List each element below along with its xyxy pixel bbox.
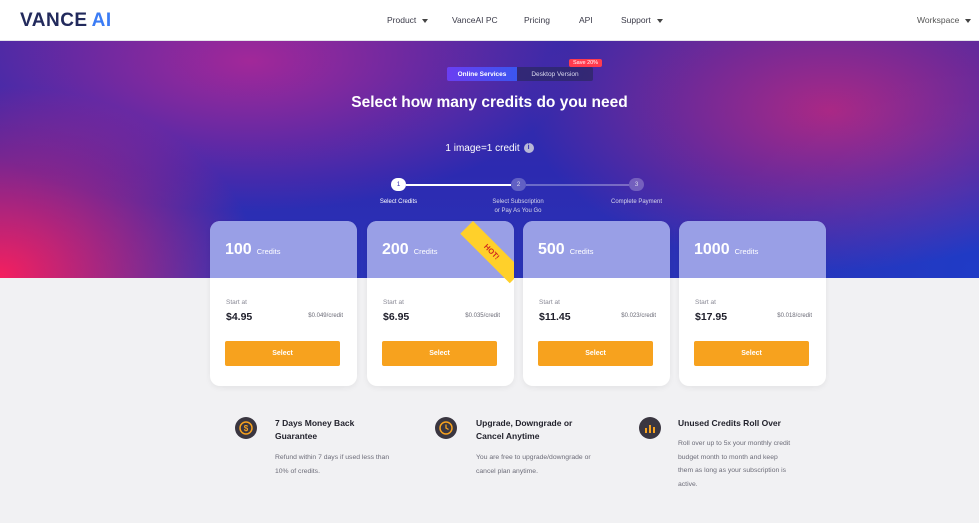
nav-api[interactable]: API: [579, 15, 593, 25]
select-button[interactable]: Select: [538, 341, 653, 366]
bar-chart-icon: [639, 417, 661, 439]
per-credit-price: $0.023/credit: [621, 313, 656, 319]
credit-note: 1 image=1 credit i: [0, 143, 979, 154]
vanceai-logo[interactable]: VANCE AI: [20, 10, 112, 32]
credit-card-500: 500 Credits Start at $11.45 $0.023/credit…: [523, 221, 670, 386]
online-services-tab[interactable]: Online Services: [447, 67, 517, 81]
select-button[interactable]: Select: [225, 341, 340, 366]
nav-support[interactable]: Support: [621, 15, 663, 25]
logo-text: VANCE: [20, 10, 88, 31]
feature-title-upgrade: Upgrade, Downgrade or Cancel Anytime: [476, 418, 573, 441]
top-nav: VANCE AI Product VanceAI PC Pricing API S…: [0, 0, 979, 41]
desktop-version-tab[interactable]: Desktop Version: [517, 67, 593, 81]
start-at-label: Start at: [695, 299, 716, 306]
start-at-label: Start at: [226, 299, 247, 306]
page-title: Select how many credits do you need: [351, 94, 628, 111]
chevron-down-icon: [965, 18, 972, 23]
logo-ai-text: AI: [91, 10, 112, 31]
feature-desc-money-back: Refund within 7 days if used less than 1…: [275, 454, 390, 475]
select-button[interactable]: Select: [694, 341, 809, 366]
nav-pricing-label: Pricing: [524, 15, 550, 25]
info-icon[interactable]: i: [523, 143, 534, 154]
step-line-active: [406, 184, 511, 186]
svg-text:$: $: [244, 424, 249, 433]
per-credit-price: $0.018/credit: [777, 313, 812, 319]
credit-card-100: 100 Credits Start at $4.95 $0.049/credit …: [210, 221, 357, 386]
credit-amount-value: 500: [538, 241, 565, 258]
feature-desc-upgrade: You are free to upgrade/downgrade or can…: [476, 454, 591, 475]
clock-icon: [435, 417, 457, 439]
credit-amount-value: 200: [382, 241, 409, 258]
credit-unit: Credits: [256, 247, 281, 256]
chevron-down-icon: [422, 18, 429, 23]
credit-unit: Credits: [569, 247, 594, 256]
start-at-label: Start at: [539, 299, 560, 306]
money-back-icon: $: [235, 417, 257, 439]
nav-support-label: Support: [621, 15, 651, 25]
credit-note-text: 1 image=1 credit: [445, 143, 520, 154]
price: $17.95: [695, 311, 728, 323]
credit-amount-value: 100: [225, 241, 252, 258]
version-toggle: Online Services Desktop Version: [447, 67, 593, 81]
credit-amount-value: 1000: [694, 241, 730, 258]
credit-amount: 500 Credits: [538, 241, 593, 259]
step-1-label: Select Credits: [379, 199, 418, 205]
nav-vanceai-pc-label: VanceAI PC: [452, 15, 498, 25]
chevron-down-icon: [656, 18, 663, 23]
step-line-inactive: [526, 184, 629, 186]
price: $11.45: [539, 311, 571, 323]
nav-workspace[interactable]: Workspace: [917, 15, 972, 25]
start-at-label: Start at: [383, 299, 404, 306]
save-badge: Save 20%: [569, 59, 603, 67]
nav-pricing[interactable]: Pricing: [524, 15, 550, 25]
credit-card-200: 200 Credits HOT! Start at $6.95 $0.035/cr…: [367, 221, 514, 386]
nav-vanceai-pc[interactable]: VanceAI PC: [452, 15, 498, 25]
credit-amount: 100 Credits: [225, 241, 280, 259]
nav-api-label: API: [579, 15, 593, 25]
feature-title-money-back: 7 Days Money Back Guarantee: [275, 418, 355, 441]
price: $6.95: [383, 311, 410, 323]
nav-product[interactable]: Product: [387, 15, 429, 25]
step-2-label: Select Subscription or Pay As You Go: [492, 199, 544, 214]
credit-unit: Credits: [413, 247, 438, 256]
credit-amount: 200 Credits: [382, 241, 437, 259]
credit-unit: Credits: [734, 247, 759, 256]
per-credit-price: $0.049/credit: [308, 313, 343, 319]
credit-amount: 1000 Credits: [694, 241, 758, 259]
select-button[interactable]: Select: [382, 341, 497, 366]
step-3-label: Complete Payment: [610, 199, 663, 205]
credit-card-1000: 1000 Credits Start at $17.95 $0.018/credi…: [679, 221, 826, 386]
step-1-circle: 1: [391, 178, 406, 191]
step-2-circle: 2: [511, 178, 526, 191]
feature-title-rollover: Unused Credits Roll Over: [678, 418, 781, 428]
feature-desc-rollover: Roll over up to 5x your monthly credit b…: [678, 440, 791, 488]
price: $4.95: [226, 311, 253, 323]
nav-product-label: Product: [387, 15, 417, 25]
nav-workspace-label: Workspace: [917, 15, 960, 25]
step-3-circle: 3: [629, 178, 644, 191]
per-credit-price: $0.035/credit: [465, 313, 500, 319]
